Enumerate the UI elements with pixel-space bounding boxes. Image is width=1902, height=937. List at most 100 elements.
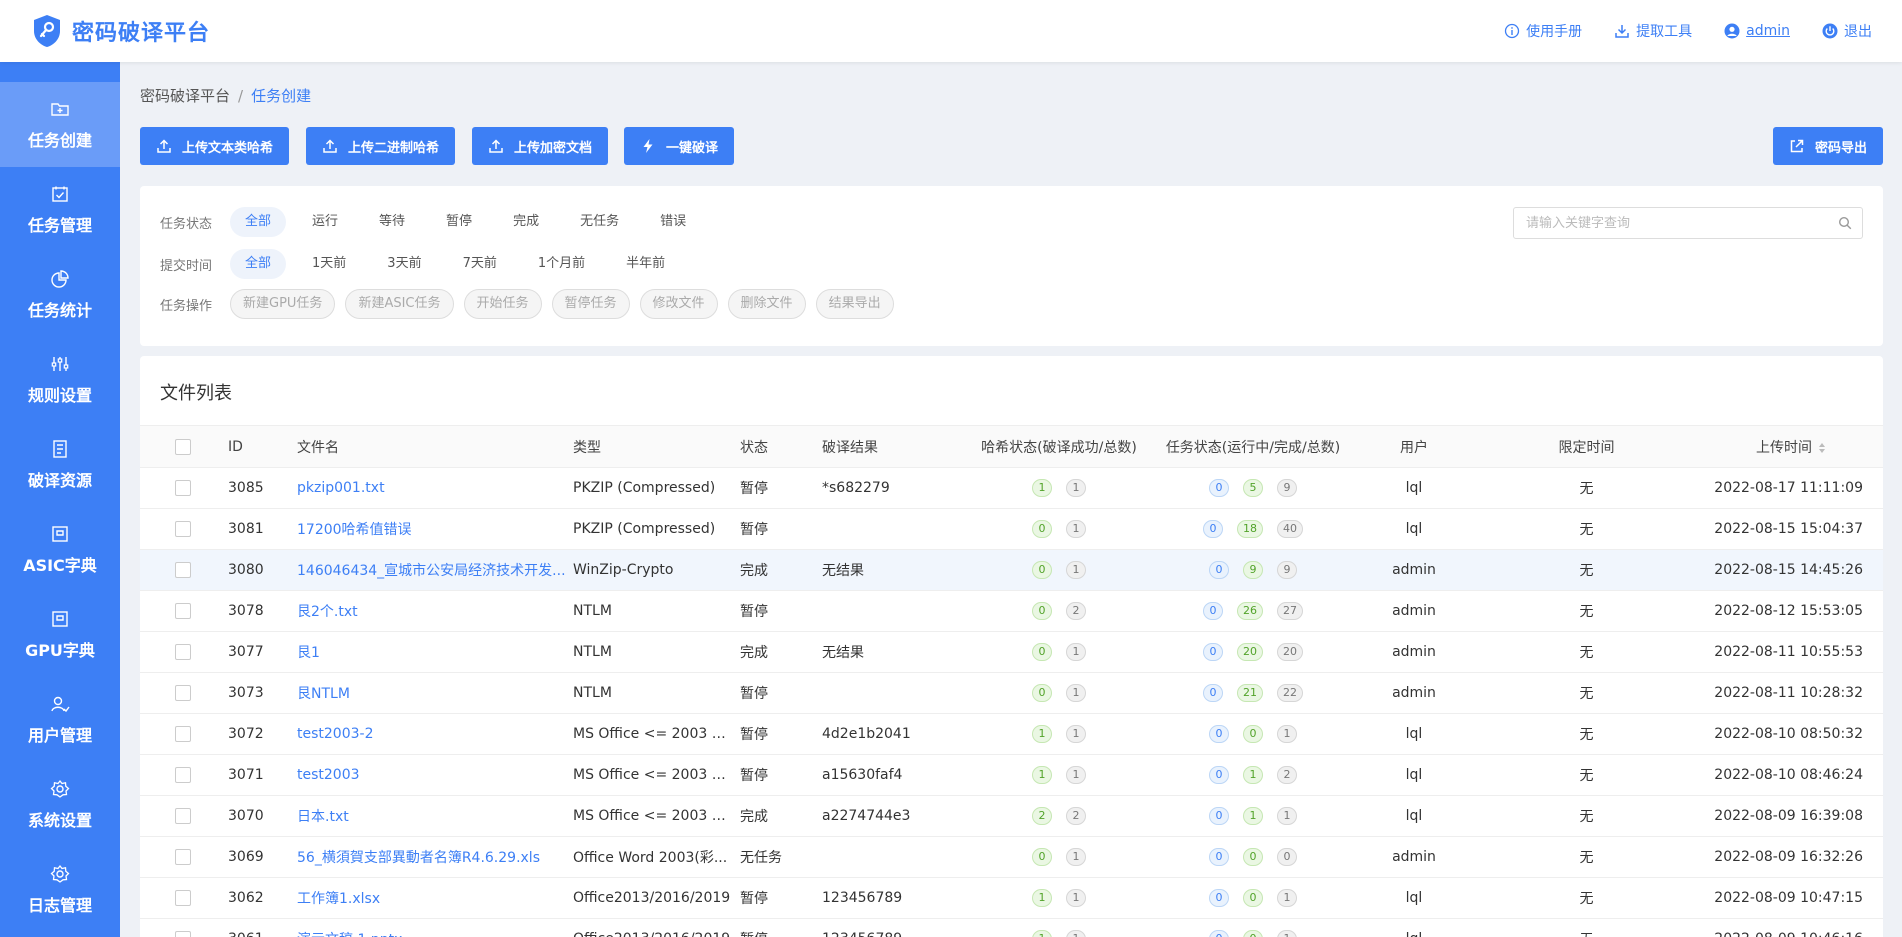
row-checkbox[interactable] (175, 603, 191, 619)
sidebar-item-task-stats[interactable]: 任务统计 (0, 252, 120, 337)
export-passwords-button[interactable]: 密码导出 (1772, 127, 1883, 165)
table-row[interactable]: 3080 146046434_宣城市公安局经济技术开发... WinZip-Cryp… (140, 549, 1883, 591)
time-filter-7days[interactable]: 7天前 (448, 249, 512, 279)
hash-success-badge: 0 (1032, 561, 1052, 579)
row-checkbox[interactable] (175, 562, 191, 578)
status-filter-error[interactable]: 错误 (645, 207, 701, 237)
sidebar-item-task-create[interactable]: 任务创建 (0, 82, 120, 167)
task-running-badge: 0 (1209, 479, 1229, 497)
status-filter-paused[interactable]: 暂停 (431, 207, 487, 237)
row-checkbox[interactable] (175, 480, 191, 496)
file-name-link[interactable]: 工作簿1.xlsx (297, 888, 380, 908)
file-name-link[interactable]: 艮1 (297, 642, 320, 662)
user-menu[interactable]: admin (1724, 23, 1790, 39)
column-header-upload-time[interactable]: 上传时间 (1699, 425, 1883, 468)
cell-hash-status: 01 (966, 836, 1152, 878)
cell-status: 暂停 (740, 713, 822, 755)
sidebar-item-gpu-dict[interactable]: GPU字典 (0, 592, 120, 677)
table-row[interactable]: 3070 日本.txt MS Office <= 2003 $... 完成 a22747… (140, 795, 1883, 837)
time-filter-1day[interactable]: 1天前 (297, 249, 361, 279)
status-filter-running[interactable]: 运行 (297, 207, 353, 237)
search-icon[interactable] (1838, 216, 1852, 230)
row-checkbox[interactable] (175, 849, 191, 865)
hash-total-badge: 1 (1066, 643, 1086, 661)
sidebar-item-crack-resources[interactable]: 破译资源 (0, 422, 120, 507)
cell-status: 暂停 (740, 508, 822, 550)
export-results-button[interactable]: 结果导出 (815, 289, 894, 319)
row-checkbox[interactable] (175, 808, 191, 824)
table-row[interactable]: 3071 test2003 MS Office <= 2003 $... 暂停 a156… (140, 754, 1883, 796)
start-task-button[interactable]: 开始任务 (463, 289, 542, 319)
sidebar-item-asic-dict[interactable]: ASIC字典 (0, 507, 120, 592)
status-filter-done[interactable]: 完成 (498, 207, 554, 237)
time-filter-halfyear[interactable]: 半年前 (611, 249, 680, 279)
table-row[interactable]: 3078 艮2个.txt NTLM 暂停 0 2 0 26 27 admin 无 2022-08-12… (140, 590, 1883, 632)
upload-binary-hash-button[interactable]: 上传二进制哈希 (306, 127, 456, 165)
time-filter-3days[interactable]: 3天前 (372, 249, 436, 279)
breadcrumb-root[interactable]: 密码破译平台 (140, 87, 230, 105)
power-icon (1822, 23, 1838, 39)
file-name-link[interactable]: test2003 (297, 767, 360, 783)
task-running-badge: 0 (1209, 561, 1229, 579)
sidebar-label: 用户管理 (27, 725, 92, 745)
upload-text-hash-button[interactable]: 上传文本类哈希 (140, 127, 290, 165)
status-filter-waiting[interactable]: 等待 (364, 207, 420, 237)
file-name-link[interactable]: test2003-2 (297, 726, 373, 742)
sort-icon[interactable] (1818, 442, 1826, 454)
table-row[interactable]: 3069 56_横須賀支部異動者名簿R4.6.29.xls Office Word … (140, 836, 1883, 878)
table-row[interactable]: 3081 17200哈希值错误 PKZIP (Compressed) 暂停 0 1 0 18 4… (140, 508, 1883, 550)
time-filter-all[interactable]: 全部 (230, 249, 287, 279)
info-icon (1504, 23, 1520, 39)
row-checkbox[interactable] (175, 644, 191, 660)
sidebar-item-system-settings[interactable]: 系统设置 (0, 762, 120, 847)
status-filter-none[interactable]: 无任务 (565, 207, 634, 237)
row-checkbox[interactable] (175, 767, 191, 783)
sidebar-item-task-manage[interactable]: 任务管理 (0, 167, 120, 252)
table-row[interactable]: 3077 艮1 NTLM 完成 无结果 0 1 0 20 20 admin 无 2022-08-11 1… (140, 631, 1883, 673)
logout-button[interactable]: 退出 (1822, 21, 1872, 41)
button-label: 密码导出 (1814, 140, 1867, 156)
file-name-link[interactable]: 56_横須賀支部異動者名簿R4.6.29.xls (297, 847, 540, 867)
file-name-link[interactable]: 艮NTLM (297, 683, 350, 703)
new-asic-task-button[interactable]: 新建ASIC任务 (345, 289, 454, 319)
table-row[interactable]: 3061演示文稿 1.pptx Office2013/2016/2019 暂停123… (140, 918, 1883, 937)
row-checkbox[interactable] (175, 890, 191, 906)
pause-task-button[interactable]: 暂停任务 (551, 289, 630, 319)
search-input[interactable] (1514, 208, 1824, 238)
sidebar-item-user-manage[interactable]: 用户管理 (0, 677, 120, 762)
delete-file-button[interactable]: 删除文件 (727, 289, 806, 319)
select-all-checkbox[interactable] (175, 438, 191, 455)
modify-file-button[interactable]: 修改文件 (639, 289, 718, 319)
row-checkbox[interactable] (175, 931, 191, 937)
table-row[interactable]: 3085 pkzip001.txt PKZIP (Compressed) 暂停 *s68… (140, 467, 1883, 509)
extract-tool-link[interactable]: 提取工具 (1614, 21, 1692, 41)
row-checkbox[interactable] (175, 521, 191, 537)
time-filter-1month[interactable]: 1个月前 (523, 249, 600, 279)
row-checkbox[interactable] (175, 685, 191, 701)
manual-link[interactable]: 使用手册 (1504, 21, 1582, 41)
new-gpu-task-button[interactable]: 新建GPU任务 (230, 289, 336, 319)
upload-encrypted-doc-button[interactable]: 上传加密文档 (472, 127, 609, 165)
row-checkbox[interactable] (175, 726, 191, 742)
cell-result (822, 508, 966, 550)
file-name-link[interactable]: 演示文稿 1.pptx (297, 929, 402, 937)
column-header-type: 类型 (573, 425, 740, 468)
sidebar-item-rule-settings[interactable]: 规则设置 (0, 337, 120, 422)
status-filter-all[interactable]: 全部 (230, 207, 287, 237)
cell-user: admin (1354, 631, 1474, 673)
file-name-link[interactable]: pkzip001.txt (297, 480, 385, 496)
file-name-link[interactable]: 艮2个.txt (297, 601, 358, 621)
sidebar-item-log-manage[interactable]: 日志管理 (0, 847, 120, 932)
file-name-link[interactable]: 日本.txt (297, 806, 349, 826)
file-name-link[interactable]: 17200哈希值错误 (297, 519, 412, 539)
cell-result (822, 672, 966, 714)
table-row[interactable]: 3073 艮NTLM NTLM 暂停 0 1 0 21 22 admin 无 2022-08-11 1… (140, 672, 1883, 714)
shield-key-icon (34, 15, 60, 47)
file-name-link[interactable]: 146046434_宣城市公安局经济技术开发... (297, 560, 566, 580)
table-row[interactable]: 3062 工作簿1.xlsx Office2013/2016/2019 暂停 12345… (140, 877, 1883, 919)
one-click-crack-button[interactable]: 一键破译 (624, 127, 735, 165)
task-total-badge: 9 (1277, 479, 1297, 497)
task-running-badge: 0 (1209, 725, 1229, 743)
cell-hash-status: 01 (966, 508, 1152, 550)
table-row[interactable]: 3072 test2003-2 MS Office <= 2003 $... 暂停 4d… (140, 713, 1883, 755)
